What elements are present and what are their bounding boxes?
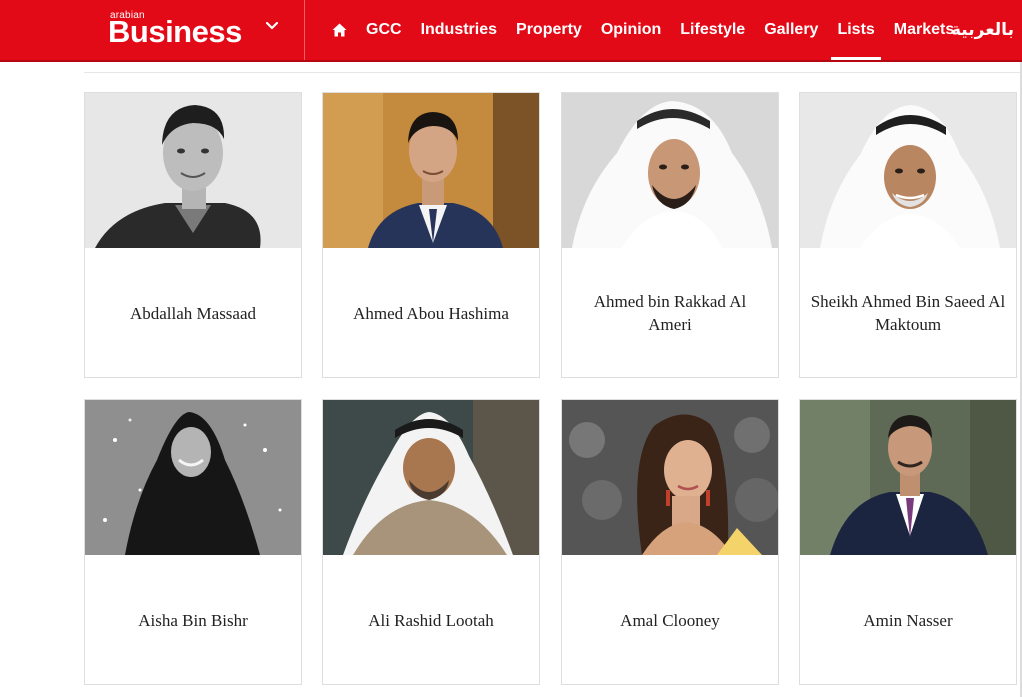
person-name[interactable]: Ali Rashid Lootah <box>333 556 529 684</box>
nav-industries[interactable]: Industries <box>421 0 497 60</box>
nav-lists[interactable]: Lists <box>831 0 882 60</box>
content-divider <box>84 72 1021 73</box>
person-card[interactable]: Ahmed bin Rakkad Al Ameri <box>561 92 779 378</box>
person-photo <box>323 400 539 555</box>
person-photo <box>800 400 1016 555</box>
nav-gallery[interactable]: Gallery <box>764 0 818 60</box>
nav-gcc[interactable]: GCC <box>366 0 402 60</box>
person-card[interactable]: Amin Nasser <box>799 399 1017 685</box>
header-divider <box>304 0 305 60</box>
person-card[interactable]: Abdallah Massaad <box>84 92 302 378</box>
nav-home[interactable] <box>332 0 347 60</box>
site-header: arabian Business GCC Industries Property… <box>0 0 1022 62</box>
nav-lifestyle[interactable]: Lifestyle <box>680 0 745 60</box>
person-name[interactable]: Aisha Bin Bishr <box>95 556 291 684</box>
person-photo <box>562 400 778 555</box>
logo-big-text: Business <box>108 14 242 49</box>
person-card[interactable]: Sheikh Ahmed Bin Saeed Al Maktoum <box>799 92 1017 378</box>
arabian-business-logo[interactable]: arabian Business <box>108 8 258 49</box>
person-photo <box>85 93 301 248</box>
person-card[interactable]: Ali Rashid Lootah <box>322 399 540 685</box>
nav-property[interactable]: Property <box>516 0 582 60</box>
person-name[interactable]: Amin Nasser <box>810 556 1006 684</box>
person-photo <box>800 93 1016 248</box>
nav-markets[interactable]: Markets <box>894 0 954 60</box>
person-name[interactable]: Ahmed Abou Hashima <box>333 249 529 377</box>
person-card[interactable]: Amal Clooney <box>561 399 779 685</box>
person-name[interactable]: Amal Clooney <box>572 556 768 684</box>
person-card[interactable]: Aisha Bin Bishr <box>84 399 302 685</box>
person-name[interactable]: Sheikh Ahmed Bin Saeed Al Maktoum <box>810 249 1006 377</box>
person-card[interactable]: Ahmed Abou Hashima <box>322 92 540 378</box>
main-nav: GCC Industries Property Opinion Lifestyl… <box>332 0 973 60</box>
nav-opinion[interactable]: Opinion <box>601 0 661 60</box>
person-name[interactable]: Abdallah Massaad <box>95 249 291 377</box>
person-name[interactable]: Ahmed bin Rakkad Al Ameri <box>572 249 768 377</box>
nav-arabic[interactable]: بالعربية <box>951 0 1014 60</box>
person-photo <box>323 93 539 248</box>
home-icon <box>332 23 347 37</box>
person-photo <box>562 93 778 248</box>
chevron-down-icon[interactable] <box>264 18 280 34</box>
person-photo <box>85 400 301 555</box>
